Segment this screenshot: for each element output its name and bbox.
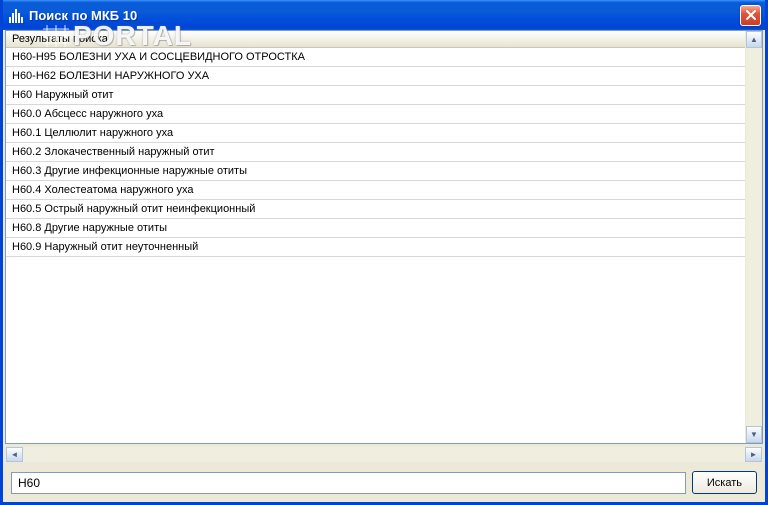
window-title: Поиск по МКБ 10	[29, 8, 740, 23]
scroll-up-button[interactable]: ▲	[746, 31, 762, 48]
client-area: Результаты поиска H60-H95 БОЛЕЗНИ УХА И …	[3, 30, 765, 502]
titlebar[interactable]: Поиск по МКБ 10	[3, 0, 765, 30]
close-button[interactable]	[740, 5, 761, 26]
scroll-left-button[interactable]: ◄	[6, 447, 23, 462]
vertical-scrollbar[interactable]: ▲ ▼	[745, 31, 762, 443]
scroll-right-button[interactable]: ►	[745, 447, 762, 462]
result-row[interactable]: H60.9 Наружный отит неуточненный	[6, 238, 745, 257]
result-row[interactable]: H60.1 Целлюлит наружного уха	[6, 124, 745, 143]
result-row[interactable]: H60-H62 БОЛЕЗНИ НАРУЖНОГО УХА	[6, 67, 745, 86]
search-input[interactable]	[11, 472, 686, 494]
search-button[interactable]: Искать	[692, 471, 757, 494]
result-row[interactable]: H60.3 Другие инфекционные наружные отиты	[6, 162, 745, 181]
scroll-track-vertical[interactable]	[746, 48, 762, 426]
result-row[interactable]: H60.0 Абсцесс наружного уха	[6, 105, 745, 124]
search-bar: Искать	[3, 467, 765, 502]
result-row[interactable]: H60.2 Злокачественный наружный отит	[6, 143, 745, 162]
chevron-left-icon: ◄	[11, 451, 19, 459]
results-list[interactable]: Результаты поиска H60-H95 БОЛЕЗНИ УХА И …	[6, 31, 745, 443]
window-frame: Поиск по МКБ 10 PORTAL Результаты поиска…	[0, 0, 768, 505]
result-row[interactable]: H60-H95 БОЛЕЗНИ УХА И СОСЦЕВИДНОГО ОТРОС…	[6, 48, 745, 67]
horizontal-scrollbar[interactable]: ◄ ►	[5, 446, 763, 463]
chevron-down-icon: ▼	[750, 431, 758, 439]
close-icon	[746, 10, 756, 20]
result-row[interactable]: H60 Наружный отит	[6, 86, 745, 105]
result-row[interactable]: H60.8 Другие наружные отиты	[6, 219, 745, 238]
scroll-track-horizontal[interactable]	[23, 447, 745, 462]
app-icon	[9, 7, 25, 23]
result-row[interactable]: H60.4 Холестеатома наружного уха	[6, 181, 745, 200]
chevron-up-icon: ▲	[750, 36, 758, 44]
chevron-right-icon: ►	[750, 451, 758, 459]
result-row[interactable]: H60.5 Острый наружный отит неинфекционны…	[6, 200, 745, 219]
scroll-down-button[interactable]: ▼	[746, 426, 762, 443]
results-panel: Результаты поиска H60-H95 БОЛЕЗНИ УХА И …	[5, 30, 763, 444]
results-column-header[interactable]: Результаты поиска	[6, 31, 745, 48]
